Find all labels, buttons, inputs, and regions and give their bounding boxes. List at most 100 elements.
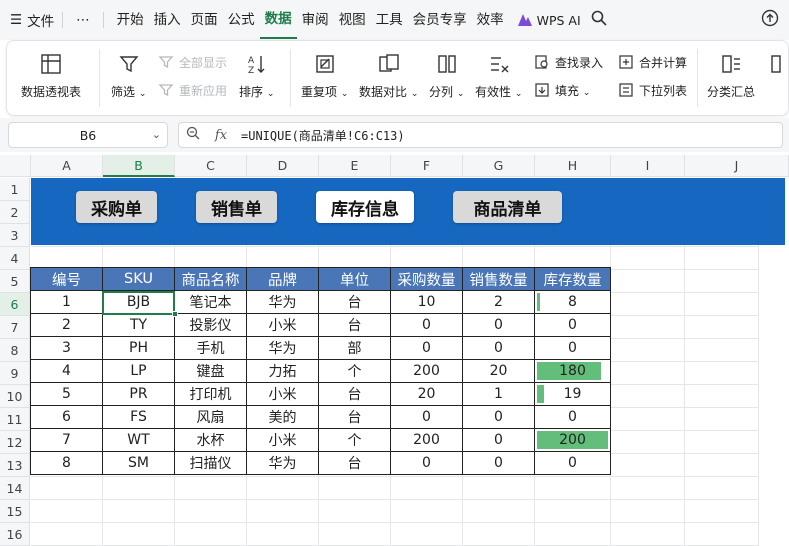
- grid-cell[interactable]: [611, 523, 685, 546]
- column-header-d[interactable]: D: [247, 155, 319, 177]
- table-cell[interactable]: 2: [463, 291, 535, 314]
- table-cell[interactable]: 台: [319, 406, 391, 429]
- grid-cell[interactable]: [103, 523, 175, 546]
- grid-cell[interactable]: [611, 247, 685, 270]
- table-cell[interactable]: 投影仪: [175, 314, 247, 337]
- zoom-icon[interactable]: [179, 126, 207, 144]
- stock-cell[interactable]: 8: [535, 291, 611, 314]
- table-header-cell[interactable]: 商品名称: [175, 268, 247, 291]
- table-cell[interactable]: 1: [31, 291, 103, 314]
- tab-efficiency[interactable]: 效率: [472, 0, 509, 40]
- tab-formula[interactable]: 公式: [223, 0, 260, 40]
- table-cell[interactable]: 10: [391, 291, 463, 314]
- grid-cell[interactable]: [685, 270, 759, 293]
- grid-cell[interactable]: [247, 477, 319, 500]
- table-cell[interactable]: 键盘: [175, 360, 247, 383]
- fill-button[interactable]: 填充 ⌄: [533, 81, 590, 99]
- grid-cell[interactable]: [611, 408, 685, 431]
- tab-view[interactable]: 视图: [334, 0, 371, 40]
- cloud-upload-icon[interactable]: [761, 9, 779, 31]
- row-header-7[interactable]: 7: [0, 316, 30, 339]
- tab-tools[interactable]: 工具: [371, 0, 408, 40]
- row-header-3[interactable]: 3: [0, 224, 30, 247]
- row-header-13[interactable]: 13: [0, 454, 30, 477]
- validity-button[interactable]: 有效性 ⌄: [475, 51, 522, 100]
- sort-button[interactable]: AZ 排序 ⌄: [239, 51, 274, 100]
- grid-cell[interactable]: [611, 500, 685, 523]
- table-cell[interactable]: 0: [463, 406, 535, 429]
- table-cell[interactable]: 8: [31, 452, 103, 475]
- table-cell[interactable]: 力拓: [247, 360, 319, 383]
- grid-cell[interactable]: [535, 523, 611, 546]
- grid-cell[interactable]: [611, 454, 685, 477]
- table-header-cell[interactable]: 编号: [31, 268, 103, 291]
- duplicates-button[interactable]: 重复项 ⌄: [301, 51, 348, 100]
- row-header-9[interactable]: 9: [0, 362, 30, 385]
- stock-cell[interactable]: 0: [535, 452, 611, 475]
- data-compare-button[interactable]: 数据对比 ⌄: [359, 51, 418, 100]
- table-cell[interactable]: 2: [31, 314, 103, 337]
- table-cell[interactable]: 个: [319, 360, 391, 383]
- table-cell[interactable]: 台: [319, 452, 391, 475]
- table-header-cell[interactable]: 采购数量: [391, 268, 463, 291]
- table-cell[interactable]: 7: [31, 429, 103, 452]
- grid-cell[interactable]: [391, 523, 463, 546]
- tab-data[interactable]: 数据: [259, 1, 297, 39]
- table-cell[interactable]: 笔记本: [175, 291, 247, 314]
- more-menu-button[interactable]: ⋯: [71, 0, 95, 40]
- filter-button[interactable]: 筛选 ⌄: [111, 51, 146, 100]
- show-all-button[interactable]: 全部显示: [157, 53, 227, 71]
- table-cell[interactable]: TY: [103, 314, 175, 337]
- grid-cell[interactable]: [31, 523, 103, 546]
- column-header-e[interactable]: E: [319, 155, 391, 177]
- more-ribbon-button[interactable]: [770, 51, 789, 83]
- purchase-order-button[interactable]: 采购单: [76, 191, 157, 223]
- chevron-down-icon[interactable]: ⌄: [152, 128, 161, 141]
- grid-cell[interactable]: [463, 523, 535, 546]
- row-header-16[interactable]: 16: [0, 523, 30, 546]
- wps-ai-button[interactable]: WPS AI: [517, 13, 581, 28]
- sales-order-button[interactable]: 销售单: [196, 191, 277, 223]
- table-cell[interactable]: 手机: [175, 337, 247, 360]
- row-header-4[interactable]: 4: [0, 247, 30, 270]
- tab-home[interactable]: 开始: [112, 0, 149, 40]
- stock-cell[interactable]: 180: [535, 360, 611, 383]
- table-cell[interactable]: 20: [463, 360, 535, 383]
- column-header-f[interactable]: F: [391, 155, 463, 177]
- column-header-c[interactable]: C: [175, 155, 247, 177]
- subtotal-button[interactable]: 分类汇总: [707, 51, 755, 100]
- table-cell[interactable]: 风扇: [175, 406, 247, 429]
- grid-cell[interactable]: [175, 500, 247, 523]
- table-cell[interactable]: 美的: [247, 406, 319, 429]
- table-cell[interactable]: 0: [463, 337, 535, 360]
- grid-cell[interactable]: [31, 500, 103, 523]
- find-entry-button[interactable]: 查找录入: [533, 53, 603, 71]
- grid-cell[interactable]: [685, 454, 759, 477]
- table-cell[interactable]: 0: [463, 314, 535, 337]
- table-cell[interactable]: 0: [463, 429, 535, 452]
- row-header-8[interactable]: 8: [0, 339, 30, 362]
- file-menu[interactable]: ☰ 文件: [0, 10, 54, 30]
- grid-cell[interactable]: [247, 500, 319, 523]
- search-icon[interactable]: [591, 10, 607, 30]
- grid-cell[interactable]: [611, 316, 685, 339]
- row-header-12[interactable]: 12: [0, 431, 30, 454]
- grid-cell[interactable]: [685, 316, 759, 339]
- grid-cell[interactable]: [685, 408, 759, 431]
- column-header-g[interactable]: G: [463, 155, 535, 177]
- table-cell[interactable]: 小米: [247, 429, 319, 452]
- column-header-a[interactable]: A: [31, 155, 103, 177]
- row-header-14[interactable]: 14: [0, 477, 30, 500]
- tab-page[interactable]: 页面: [186, 0, 223, 40]
- table-cell[interactable]: 5: [31, 383, 103, 406]
- pivot-table-button[interactable]: 数据透视表: [21, 51, 81, 100]
- inventory-info-button[interactable]: 库存信息: [316, 191, 414, 223]
- stock-cell[interactable]: 0: [535, 337, 611, 360]
- grid-cell[interactable]: [685, 477, 759, 500]
- table-cell[interactable]: 0: [391, 337, 463, 360]
- column-header-i[interactable]: I: [611, 155, 685, 177]
- grid-cell[interactable]: [103, 500, 175, 523]
- stock-cell[interactable]: 19: [535, 383, 611, 406]
- grid-cell[interactable]: [535, 500, 611, 523]
- table-cell[interactable]: PH: [103, 337, 175, 360]
